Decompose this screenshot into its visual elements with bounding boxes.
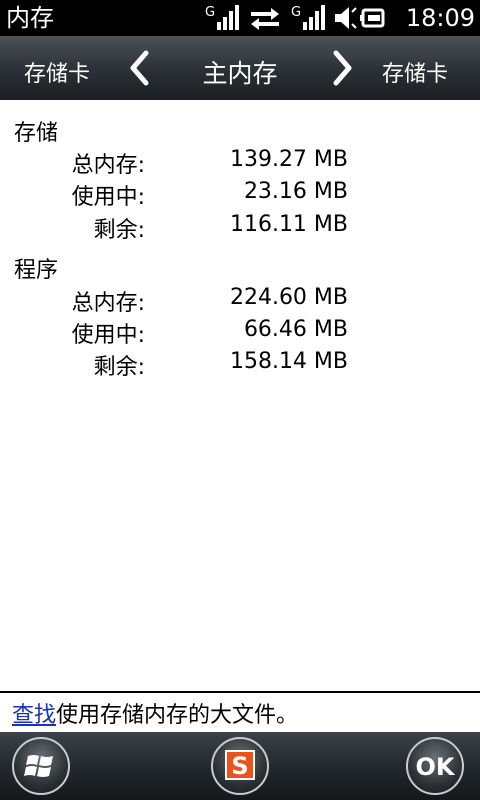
windows-logo-icon [24, 755, 53, 777]
footer-divider [0, 691, 480, 693]
data-transfer-icon [251, 8, 279, 30]
signal-g-icon: G [291, 5, 325, 30]
row-value: 158.14 MB [229, 349, 348, 374]
input-method-button[interactable]: S [211, 737, 269, 795]
row-value: 139.27 MB [229, 147, 348, 172]
section-title-programs: 程序 [14, 258, 59, 283]
row-value: 23.16 MB [243, 179, 348, 204]
row-value: 116.11 MB [229, 212, 348, 237]
sogou-input-icon: S [225, 750, 255, 780]
speaker-icon [335, 7, 357, 29]
svg-text:S: S [231, 752, 248, 780]
clock: 18:09 [405, 4, 475, 32]
chevron-right-icon[interactable] [330, 50, 354, 86]
ok-label: OK [415, 753, 455, 781]
start-button[interactable] [12, 737, 70, 795]
footer-text: 查找使用存储内存的大文件。 [12, 697, 298, 729]
status-bar: 内存 G G 18:09 [0, 0, 480, 36]
status-icons: G G [205, 5, 385, 30]
app-title: 内存 [6, 4, 54, 32]
row-value: 224.60 MB [229, 285, 348, 310]
pivot-next-label[interactable]: 存储卡 [382, 56, 448, 88]
softkey-bar: S OK [0, 732, 480, 800]
svg-text:G: G [205, 5, 215, 20]
row-value: 66.46 MB [243, 317, 348, 342]
pivot-header: 存储卡 主内存 存储卡 [0, 36, 480, 100]
find-large-files-link[interactable]: 查找 [12, 703, 56, 728]
svg-text:G: G [291, 5, 301, 20]
ok-button[interactable]: OK [406, 737, 464, 795]
signal-g-icon: G [205, 5, 239, 30]
section-title-storage: 存储 [14, 121, 59, 146]
battery-charging-icon [360, 8, 385, 28]
footer-link-suffix: 使用存储内存的大文件。 [56, 703, 299, 728]
